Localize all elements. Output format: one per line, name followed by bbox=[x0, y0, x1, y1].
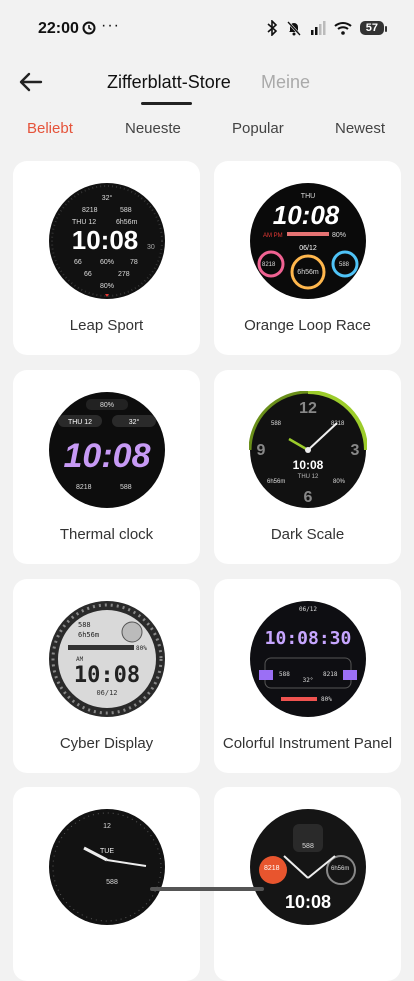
watchface-preview: 06/12 10:08:30 588 32° 8218 80% bbox=[250, 601, 366, 717]
tab-watchface-store[interactable]: Zifferblatt-Store bbox=[107, 72, 231, 93]
svg-text:10:08: 10:08 bbox=[273, 200, 340, 230]
svg-text:588: 588 bbox=[339, 262, 350, 268]
svg-text:588: 588 bbox=[120, 484, 132, 491]
svg-text:6: 6 bbox=[304, 489, 313, 506]
svg-text:6h56m: 6h56m bbox=[78, 631, 99, 639]
watchface-card-orange-loop-race[interactable]: THU 10:08 AM PM 80% 06/12 8218 588 6h56m… bbox=[214, 161, 401, 355]
svg-text:10:08: 10:08 bbox=[293, 458, 324, 472]
watchface-card-8[interactable]: 588 8218 6h56m 10:08 bbox=[214, 787, 401, 981]
face-seconds: 30 bbox=[147, 244, 155, 251]
status-bar: 22:00 ··· 57 bbox=[0, 0, 414, 58]
face-b3: 78 bbox=[130, 259, 138, 266]
svg-text:3: 3 bbox=[351, 442, 360, 459]
watchface-name: Colorful Instrument Panel bbox=[222, 735, 393, 752]
svg-text:12: 12 bbox=[103, 823, 111, 830]
back-arrow-icon[interactable] bbox=[18, 70, 44, 94]
svg-text:80%: 80% bbox=[332, 232, 346, 239]
watchface-card-leap-sport[interactable]: 32° 8218 588 THU 12 6h56m 10:08 30 66 60… bbox=[13, 161, 200, 355]
watchface-name: Orange Loop Race bbox=[244, 317, 371, 334]
svg-text:12: 12 bbox=[299, 400, 317, 417]
watchface-preview: 12 3 6 9 588 8218 10:08 THU 12 6h56m 80% bbox=[249, 391, 367, 508]
filter-neueste[interactable]: Neueste bbox=[125, 120, 181, 137]
watchface-card-cyber-display[interactable]: 588 6h56m 80% AM 10:08 06/12 Cyber Displ… bbox=[13, 579, 200, 773]
svg-text:8218: 8218 bbox=[264, 865, 280, 872]
svg-text:588: 588 bbox=[106, 879, 118, 886]
face-battery: 80% bbox=[100, 283, 114, 290]
watchface-card-7[interactable]: 12 TUE 588 bbox=[13, 787, 200, 981]
tab-mine[interactable]: Meine bbox=[261, 72, 310, 93]
watchface-card-colorful-instrument-panel[interactable]: 06/12 10:08:30 588 32° 8218 80% Colorful… bbox=[214, 579, 401, 773]
svg-text:8218: 8218 bbox=[262, 262, 276, 268]
svg-text:6h56m: 6h56m bbox=[297, 269, 319, 276]
svg-text:THU 12: THU 12 bbox=[68, 419, 92, 426]
svg-text:10:08: 10:08 bbox=[74, 663, 140, 688]
signal-icon bbox=[310, 21, 326, 35]
top-navigation: Zifferblatt-Store Meine bbox=[0, 58, 414, 108]
svg-text:588: 588 bbox=[271, 421, 282, 427]
mute-bell-icon bbox=[286, 21, 301, 36]
filter-tabs: Beliebt Neueste Popular Newest bbox=[0, 120, 414, 142]
svg-text:TUE: TUE bbox=[100, 848, 114, 855]
watchface-name: Cyber Display bbox=[59, 735, 154, 752]
watchface-name: Leap Sport bbox=[69, 317, 144, 334]
svg-text:80%: 80% bbox=[333, 479, 346, 485]
face-temp: 32° bbox=[102, 194, 113, 202]
watchface-preview: 80% THU 12 32° 10:08 8218 588 bbox=[49, 392, 165, 508]
watchface-name: Thermal clock bbox=[59, 526, 154, 543]
svg-text:80%: 80% bbox=[321, 696, 332, 703]
svg-text:6h56m: 6h56m bbox=[331, 866, 349, 872]
svg-text:32°: 32° bbox=[303, 677, 314, 684]
face-time: 10:08 bbox=[72, 225, 139, 255]
watchface-preview: 12 TUE 588 bbox=[49, 809, 165, 925]
gesture-home-bar[interactable] bbox=[150, 887, 264, 891]
face-top-right: 588 bbox=[120, 207, 132, 214]
status-time: 22:00 bbox=[38, 20, 79, 37]
bluetooth-icon bbox=[267, 20, 277, 36]
svg-text:588: 588 bbox=[302, 843, 314, 850]
svg-text:AM PM: AM PM bbox=[263, 233, 283, 239]
svg-text:588: 588 bbox=[279, 671, 290, 678]
active-tab-indicator bbox=[141, 102, 192, 105]
svg-text:06/12: 06/12 bbox=[299, 606, 317, 613]
face-b4: 66 bbox=[84, 271, 92, 278]
svg-text:6h56m: 6h56m bbox=[267, 479, 285, 485]
svg-text:10:08:30: 10:08:30 bbox=[265, 628, 352, 649]
svg-text:80%: 80% bbox=[136, 645, 147, 652]
svg-text:8218: 8218 bbox=[323, 671, 338, 678]
face-b5: 278 bbox=[118, 271, 130, 278]
battery-indicator: 57 bbox=[359, 21, 388, 35]
svg-text:10:08: 10:08 bbox=[64, 437, 151, 475]
svg-text:AM: AM bbox=[76, 656, 84, 663]
watchface-preview: 588 6h56m 80% AM 10:08 06/12 bbox=[49, 601, 165, 717]
svg-text:THU: THU bbox=[301, 193, 315, 200]
watchface-name: Dark Scale bbox=[270, 526, 345, 543]
filter-popular[interactable]: Popular bbox=[232, 120, 284, 137]
face-b2: 60% bbox=[100, 259, 114, 266]
svg-text:10:08: 10:08 bbox=[285, 892, 331, 912]
wifi-icon bbox=[334, 22, 352, 35]
svg-text:06/12: 06/12 bbox=[96, 689, 117, 697]
filter-beliebt[interactable]: Beliebt bbox=[27, 120, 73, 137]
filter-newest[interactable]: Newest bbox=[335, 120, 385, 137]
watchface-card-thermal-clock[interactable]: 80% THU 12 32° 10:08 8218 588 Thermal cl… bbox=[13, 370, 200, 564]
face-top-left: 8218 bbox=[82, 207, 98, 214]
svg-text:9: 9 bbox=[257, 442, 266, 459]
notification-overflow-icon: ··· bbox=[101, 17, 120, 34]
watchface-preview: 32° 8218 588 THU 12 6h56m 10:08 30 66 60… bbox=[49, 183, 165, 299]
svg-text:32°: 32° bbox=[129, 418, 140, 426]
sync-icon bbox=[82, 21, 96, 35]
svg-text:8218: 8218 bbox=[76, 484, 92, 491]
watchface-preview: 588 8218 6h56m 10:08 bbox=[250, 809, 366, 925]
svg-text:80%: 80% bbox=[100, 402, 114, 409]
face-b1: 66 bbox=[74, 259, 82, 266]
svg-text:06/12: 06/12 bbox=[299, 245, 317, 252]
watchface-preview: THU 10:08 AM PM 80% 06/12 8218 588 6h56m bbox=[250, 183, 366, 299]
svg-text:588: 588 bbox=[78, 621, 91, 629]
watchface-card-dark-scale[interactable]: 12 3 6 9 588 8218 10:08 THU 12 6h56m 80%… bbox=[214, 370, 401, 564]
svg-text:THU 12: THU 12 bbox=[298, 474, 319, 480]
